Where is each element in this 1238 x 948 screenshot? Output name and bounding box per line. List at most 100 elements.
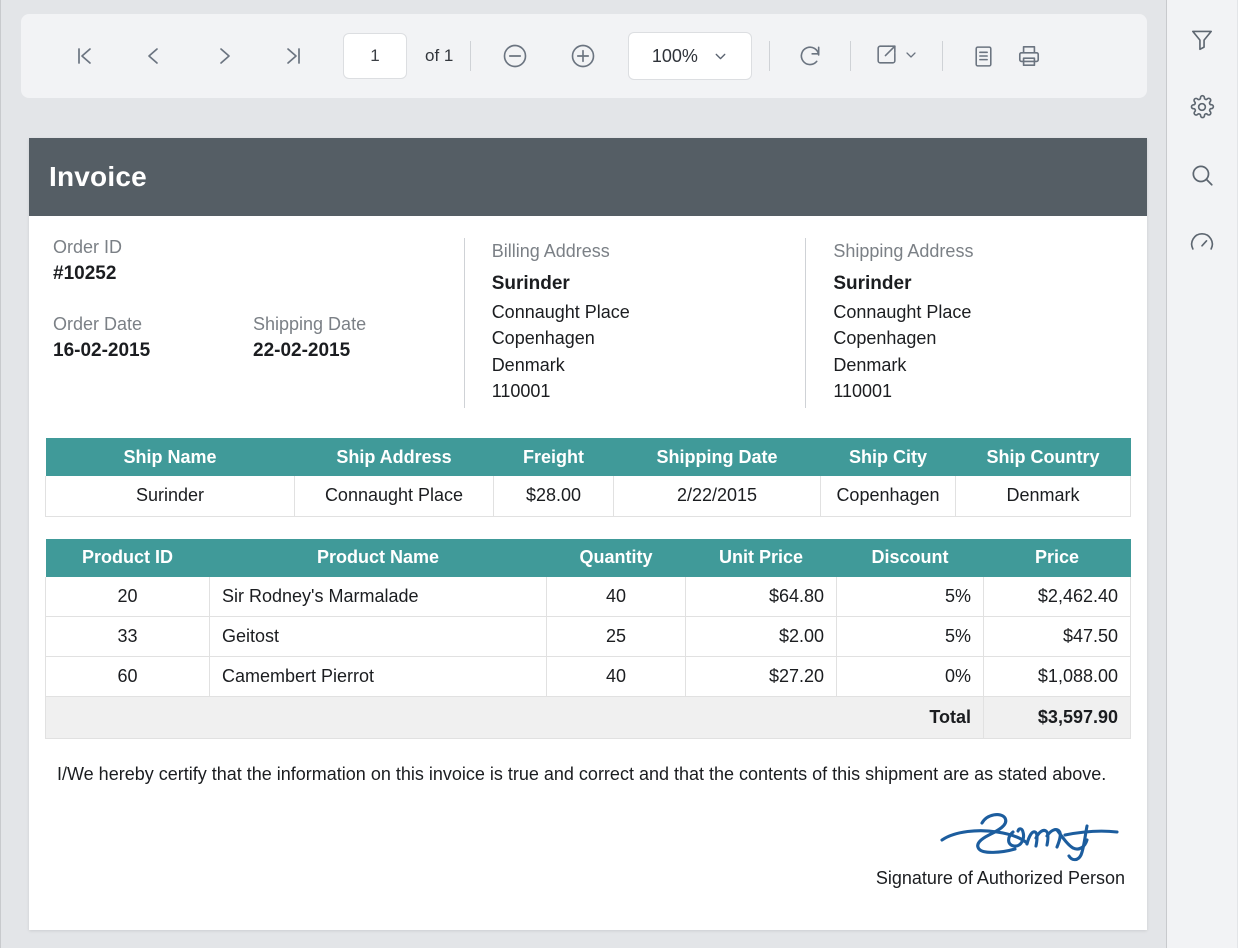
table-row: 33 Geitost 25 $2.00 5% $47.50: [45, 616, 1131, 657]
zoom-in-button[interactable]: [560, 33, 606, 79]
page-number-value: 1: [370, 46, 380, 65]
order-date-label: Order Date: [53, 313, 143, 334]
cell-product-id: 20: [45, 576, 210, 617]
next-page-icon: [212, 44, 236, 68]
refresh-button[interactable]: [787, 33, 833, 79]
product-line-items-table: Product ID Product Name Quantity Unit Pr…: [45, 538, 1131, 739]
first-page-icon: [72, 44, 96, 68]
zoom-out-button[interactable]: [492, 33, 538, 79]
order-date-value: 16-02-2015: [53, 339, 151, 361]
zoom-out-icon: [501, 42, 529, 70]
signature-image: [940, 813, 1119, 862]
col-ship-name: Ship Name: [45, 438, 295, 476]
right-sidebar: [1166, 0, 1237, 948]
billing-city: Copenhagen: [491, 328, 595, 349]
certification-text: I/We hereby certify that the information…: [57, 764, 1107, 784]
total-value: $3,597.90: [983, 696, 1131, 739]
cell-ship-country: Denmark: [955, 476, 1131, 517]
gear-icon: [1189, 94, 1215, 123]
export-icon: [874, 42, 899, 70]
total-label: Total: [836, 696, 984, 739]
export-button[interactable]: [868, 33, 925, 79]
shipping-street: Connaught Place: [833, 301, 972, 322]
col-discount: Discount: [836, 538, 984, 577]
order-info-block: Order ID #10252 Order Date 16-02-2015 Sh…: [29, 234, 464, 408]
viewer-toolbar: 1 of 1 100%: [21, 14, 1147, 98]
sidebar-item-performance[interactable]: [1178, 220, 1226, 268]
order-date-group: Order Date 16-02-2015: [53, 311, 253, 366]
col-product-id: Product ID: [45, 538, 210, 577]
last-page-button[interactable]: [271, 33, 317, 79]
zoom-in-icon: [569, 42, 597, 70]
cell-price: $2,462.40: [983, 576, 1131, 617]
total-spacer: [45, 696, 837, 739]
billing-country: Denmark: [491, 354, 565, 375]
cell-discount: 5%: [836, 576, 984, 617]
zoom-level-value: 100%: [651, 45, 698, 66]
cell-price: $47.50: [983, 616, 1131, 657]
shipping-date-label: Shipping Date: [253, 313, 367, 334]
report-viewer-app: 1 of 1 100% Invoice Order ID #10252 Orde…: [0, 0, 1238, 948]
print-button[interactable]: [1006, 33, 1052, 79]
cell-freight: $28.00: [493, 476, 614, 517]
signature-block: Signature of Authorized Person: [29, 804, 1147, 889]
shipping-address-label: Shipping Address: [833, 241, 974, 261]
col-ship-address: Ship Address: [294, 438, 494, 476]
cell-product-name: Geitost: [209, 616, 547, 657]
shipping-address-block: Shipping Address Surinder Connaught Plac…: [805, 238, 1147, 408]
first-page-button[interactable]: [61, 33, 107, 79]
cell-product-id: 33: [45, 616, 210, 657]
cell-quantity: 25: [546, 616, 686, 657]
next-page-button[interactable]: [201, 33, 247, 79]
zoom-level-select[interactable]: 100%: [628, 32, 753, 80]
table-row: 20 Sir Rodney's Marmalade 40 $64.80 5% $…: [45, 576, 1131, 617]
gauge-icon: [1189, 230, 1215, 259]
col-product-name: Product Name: [209, 538, 547, 577]
order-id-value: #10252: [53, 263, 117, 285]
toolbar-divider-2: [769, 41, 771, 71]
table-header-row: Ship Name Ship Address Freight Shipping …: [45, 438, 1131, 476]
cell-unit-price: $27.20: [685, 656, 837, 697]
cell-discount: 5%: [836, 616, 984, 657]
invoice-title-bar: Invoice: [29, 138, 1147, 216]
cell-quantity: 40: [546, 656, 686, 697]
billing-postal: 110001: [491, 380, 551, 401]
page-number-input[interactable]: 1: [343, 33, 407, 79]
sidebar-item-filter[interactable]: [1178, 16, 1226, 64]
cell-unit-price: $64.80: [685, 576, 837, 617]
shipping-summary-table: Ship Name Ship Address Freight Shipping …: [45, 438, 1131, 517]
cell-product-name: Sir Rodney's Marmalade: [209, 576, 547, 617]
table-row: 60 Camembert Pierrot 40 $27.20 0% $1,088…: [45, 656, 1131, 697]
col-quantity: Quantity: [546, 538, 686, 577]
last-page-icon: [282, 44, 306, 68]
date-group: Order Date 16-02-2015 Shipping Date 22-0…: [53, 311, 464, 366]
zoom-group: [492, 33, 606, 79]
toolbar-divider-3: [850, 41, 852, 71]
col-unit-price: Unit Price: [685, 538, 837, 577]
table-row: Surinder Connaught Place $28.00 2/22/201…: [45, 476, 1131, 517]
order-id-label: Order ID: [53, 237, 123, 257]
shipping-country: Denmark: [833, 354, 907, 375]
cell-unit-price: $2.00: [685, 616, 837, 657]
invoice-meta: Order ID #10252 Order Date 16-02-2015 Sh…: [29, 216, 1147, 408]
col-shipping-date: Shipping Date: [613, 438, 821, 476]
shipping-city: Copenhagen: [833, 328, 937, 349]
invoice-page: Invoice Order ID #10252 Order Date 16-02…: [29, 138, 1147, 930]
toolbar-divider-1: [470, 41, 472, 71]
sidebar-item-search[interactable]: [1178, 152, 1226, 200]
toolbar-divider-4: [942, 41, 944, 71]
previous-page-icon: [142, 44, 166, 68]
previous-page-button[interactable]: [131, 33, 177, 79]
export-chevron-down-icon: [903, 47, 919, 66]
billing-name: Surinder: [491, 273, 570, 295]
sidebar-item-settings[interactable]: [1178, 84, 1226, 132]
cell-ship-address: Connaught Place: [294, 476, 494, 517]
col-ship-city: Ship City: [820, 438, 956, 476]
billing-street: Connaught Place: [491, 301, 630, 322]
col-ship-country: Ship Country: [955, 438, 1131, 476]
total-row: Total $3,597.90: [45, 696, 1131, 739]
page-setup-button[interactable]: [960, 33, 1006, 79]
print-icon: [1016, 43, 1042, 69]
col-price: Price: [983, 538, 1131, 577]
shipping-name: Surinder: [833, 273, 912, 295]
